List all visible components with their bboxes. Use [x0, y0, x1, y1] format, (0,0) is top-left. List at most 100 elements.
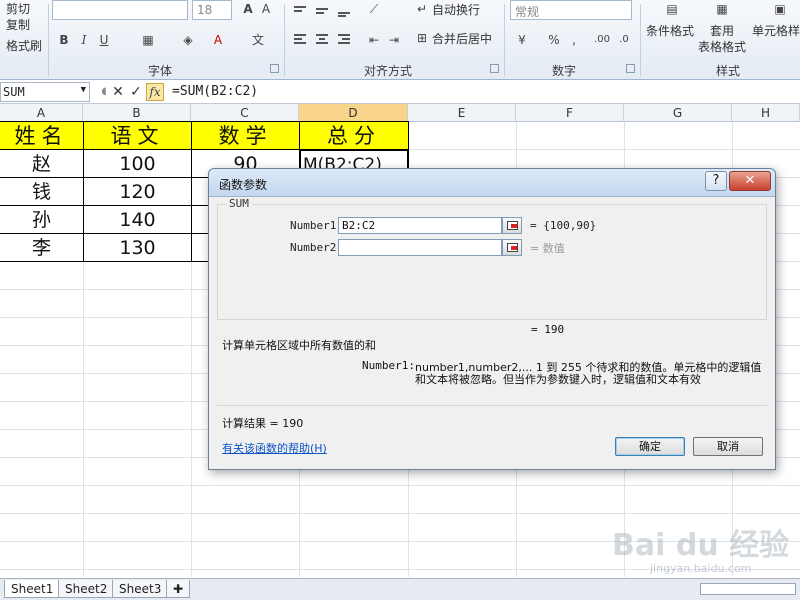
bold-icon[interactable]: B — [56, 33, 72, 47]
conditional-format-button[interactable]: 条件格式 — [646, 22, 694, 39]
dialog-titlebar[interactable]: 函数参数 ? ✕ — [209, 169, 775, 197]
copy-button[interactable]: 复制 — [6, 16, 30, 33]
sheet-tab[interactable]: Sheet3 — [112, 580, 169, 598]
number2-input[interactable] — [338, 239, 502, 256]
align-center-icon[interactable] — [314, 32, 330, 46]
function-description: 计算单元格区域中所有数值的和 — [222, 339, 376, 352]
table-border — [191, 121, 192, 262]
alignment-dialog-launcher-icon[interactable] — [490, 64, 499, 73]
decrease-decimal-icon[interactable]: .0 — [616, 33, 632, 47]
wrap-text-button[interactable]: 自动换行 — [432, 1, 480, 18]
format-as-table-icon[interactable]: ▦ — [712, 2, 732, 16]
align-bottom-icon[interactable] — [336, 4, 352, 18]
number-dialog-launcher-icon[interactable] — [626, 64, 635, 73]
group-separator — [284, 4, 285, 76]
group-separator — [504, 4, 505, 76]
currency-icon[interactable]: ¥ — [514, 33, 530, 47]
wrap-text-icon[interactable]: ↵ — [414, 2, 430, 16]
collapse-dialog-icon[interactable] — [502, 239, 522, 256]
ribbon: 剪切 复制 格式刷 18 A A B I U ▦ ◈ A 文 字体 ⟋ ⇤ ⇥ … — [0, 0, 800, 80]
column-header-g[interactable]: G — [624, 104, 732, 122]
column-header-c[interactable]: C — [191, 104, 299, 122]
help-button[interactable]: ? — [705, 171, 727, 191]
ok-button[interactable]: 确定 — [615, 437, 685, 456]
cell-styles-icon[interactable]: ▣ — [770, 2, 790, 16]
align-right-icon[interactable] — [336, 32, 352, 46]
sheet-tab[interactable]: Sheet2 — [58, 580, 115, 598]
phonetic-icon[interactable]: 文 — [250, 33, 266, 47]
formula-input[interactable]: =SUM(B2:C2) — [172, 84, 258, 99]
calculation-result: 计算结果 = 190 — [222, 417, 304, 430]
column-header-h[interactable]: H — [732, 104, 800, 122]
number-format-box[interactable]: 常规 — [510, 0, 632, 20]
column-header-a[interactable]: A — [0, 104, 83, 122]
cut-button[interactable]: 剪切 — [6, 0, 30, 17]
sheet-tab[interactable]: Sheet1 — [4, 580, 61, 598]
font-size-box[interactable]: 18 — [192, 0, 232, 20]
merge-center-icon[interactable]: ⊞ — [414, 31, 430, 45]
font-group-label: 字体 — [148, 64, 173, 78]
orientation-icon[interactable]: ⟋ — [366, 2, 382, 16]
table-border — [83, 121, 84, 262]
comma-style-icon[interactable]: , — [566, 33, 582, 47]
align-top-icon[interactable] — [292, 4, 308, 18]
number-group-label: 数字 — [552, 64, 577, 78]
alignment-group-label: 对齐方式 — [364, 64, 413, 78]
shrink-font-icon[interactable]: A — [258, 2, 274, 16]
function-arguments-dialog: 函数参数 ? ✕ SUM Number1 B2:C2 = {100,90} Nu… — [208, 168, 776, 470]
align-left-icon[interactable] — [292, 32, 308, 46]
fill-color-icon[interactable]: ◈ — [180, 33, 196, 47]
decrease-indent-icon[interactable]: ⇤ — [366, 33, 382, 47]
increase-decimal-icon[interactable]: .00 — [594, 33, 610, 47]
table-border — [0, 149, 408, 150]
group-separator — [48, 4, 49, 76]
dialog-title: 函数参数 — [219, 178, 268, 192]
enter-entry-icon[interactable]: ✓ — [128, 85, 144, 99]
column-headers: A B C D E F G H — [0, 104, 800, 122]
horizontal-scrollbar[interactable] — [700, 583, 796, 595]
divider — [217, 405, 767, 406]
format-painter-button[interactable]: 格式刷 — [6, 37, 42, 54]
chevron-down-icon[interactable]: ▼ — [81, 85, 86, 95]
collapse-dialog-icon[interactable] — [502, 217, 522, 234]
group-separator — [640, 4, 641, 76]
formula-bar: SUM ▼ ◖ ✕ ✓ fx =SUM(B2:C2) — [0, 80, 800, 104]
font-color-icon[interactable]: A — [210, 33, 226, 47]
font-dialog-launcher-icon[interactable] — [270, 64, 279, 73]
conditional-format-icon[interactable]: ▤ — [662, 2, 682, 16]
insert-function-icon[interactable]: fx — [146, 83, 164, 101]
close-button[interactable]: ✕ — [729, 171, 771, 191]
sheet-tab-bar: Sheet1 Sheet2 Sheet3 ✚ — [0, 578, 800, 600]
font-name-box[interactable] — [52, 0, 188, 20]
grid-line — [0, 513, 800, 514]
cancel-button[interactable]: 取消 — [693, 437, 763, 456]
italic-icon[interactable]: I — [76, 33, 92, 47]
number2-result: = 数值 — [530, 242, 565, 255]
grid-line — [0, 485, 800, 486]
percent-icon[interactable]: % — [546, 33, 562, 47]
underline-icon[interactable]: U — [96, 33, 112, 47]
formula-result-line: = 190 — [531, 323, 565, 336]
param-label: Number1: — [362, 359, 415, 372]
merge-center-button[interactable]: 合并后居中 — [432, 30, 492, 47]
cell-styles-button[interactable]: 单元格样式 — [752, 22, 800, 39]
watermark-url: jingyan.baidu.com — [650, 562, 752, 575]
align-middle-icon[interactable] — [314, 4, 330, 18]
border-icon[interactable]: ▦ — [140, 33, 156, 47]
insert-sheet-icon[interactable]: ✚ — [166, 580, 190, 598]
increase-indent-icon[interactable]: ⇥ — [386, 33, 402, 47]
column-header-d[interactable]: D — [299, 104, 408, 122]
column-header-b[interactable]: B — [83, 104, 191, 122]
number2-label: Number2 — [290, 241, 337, 254]
column-header-f[interactable]: F — [516, 104, 624, 122]
format-as-table-label-2[interactable]: 表格格式 — [698, 38, 746, 55]
function-name: SUM — [226, 197, 252, 210]
cancel-entry-icon[interactable]: ✕ — [110, 85, 126, 99]
grow-font-icon[interactable]: A — [240, 2, 256, 16]
function-help-link[interactable]: 有关该函数的帮助(H) — [222, 440, 327, 456]
number1-input[interactable]: B2:C2 — [338, 217, 502, 234]
name-box[interactable]: SUM ▼ — [0, 82, 90, 102]
name-box-value: SUM — [3, 85, 25, 99]
column-header-e[interactable]: E — [408, 104, 516, 122]
format-as-table-label-1[interactable]: 套用 — [710, 22, 734, 39]
